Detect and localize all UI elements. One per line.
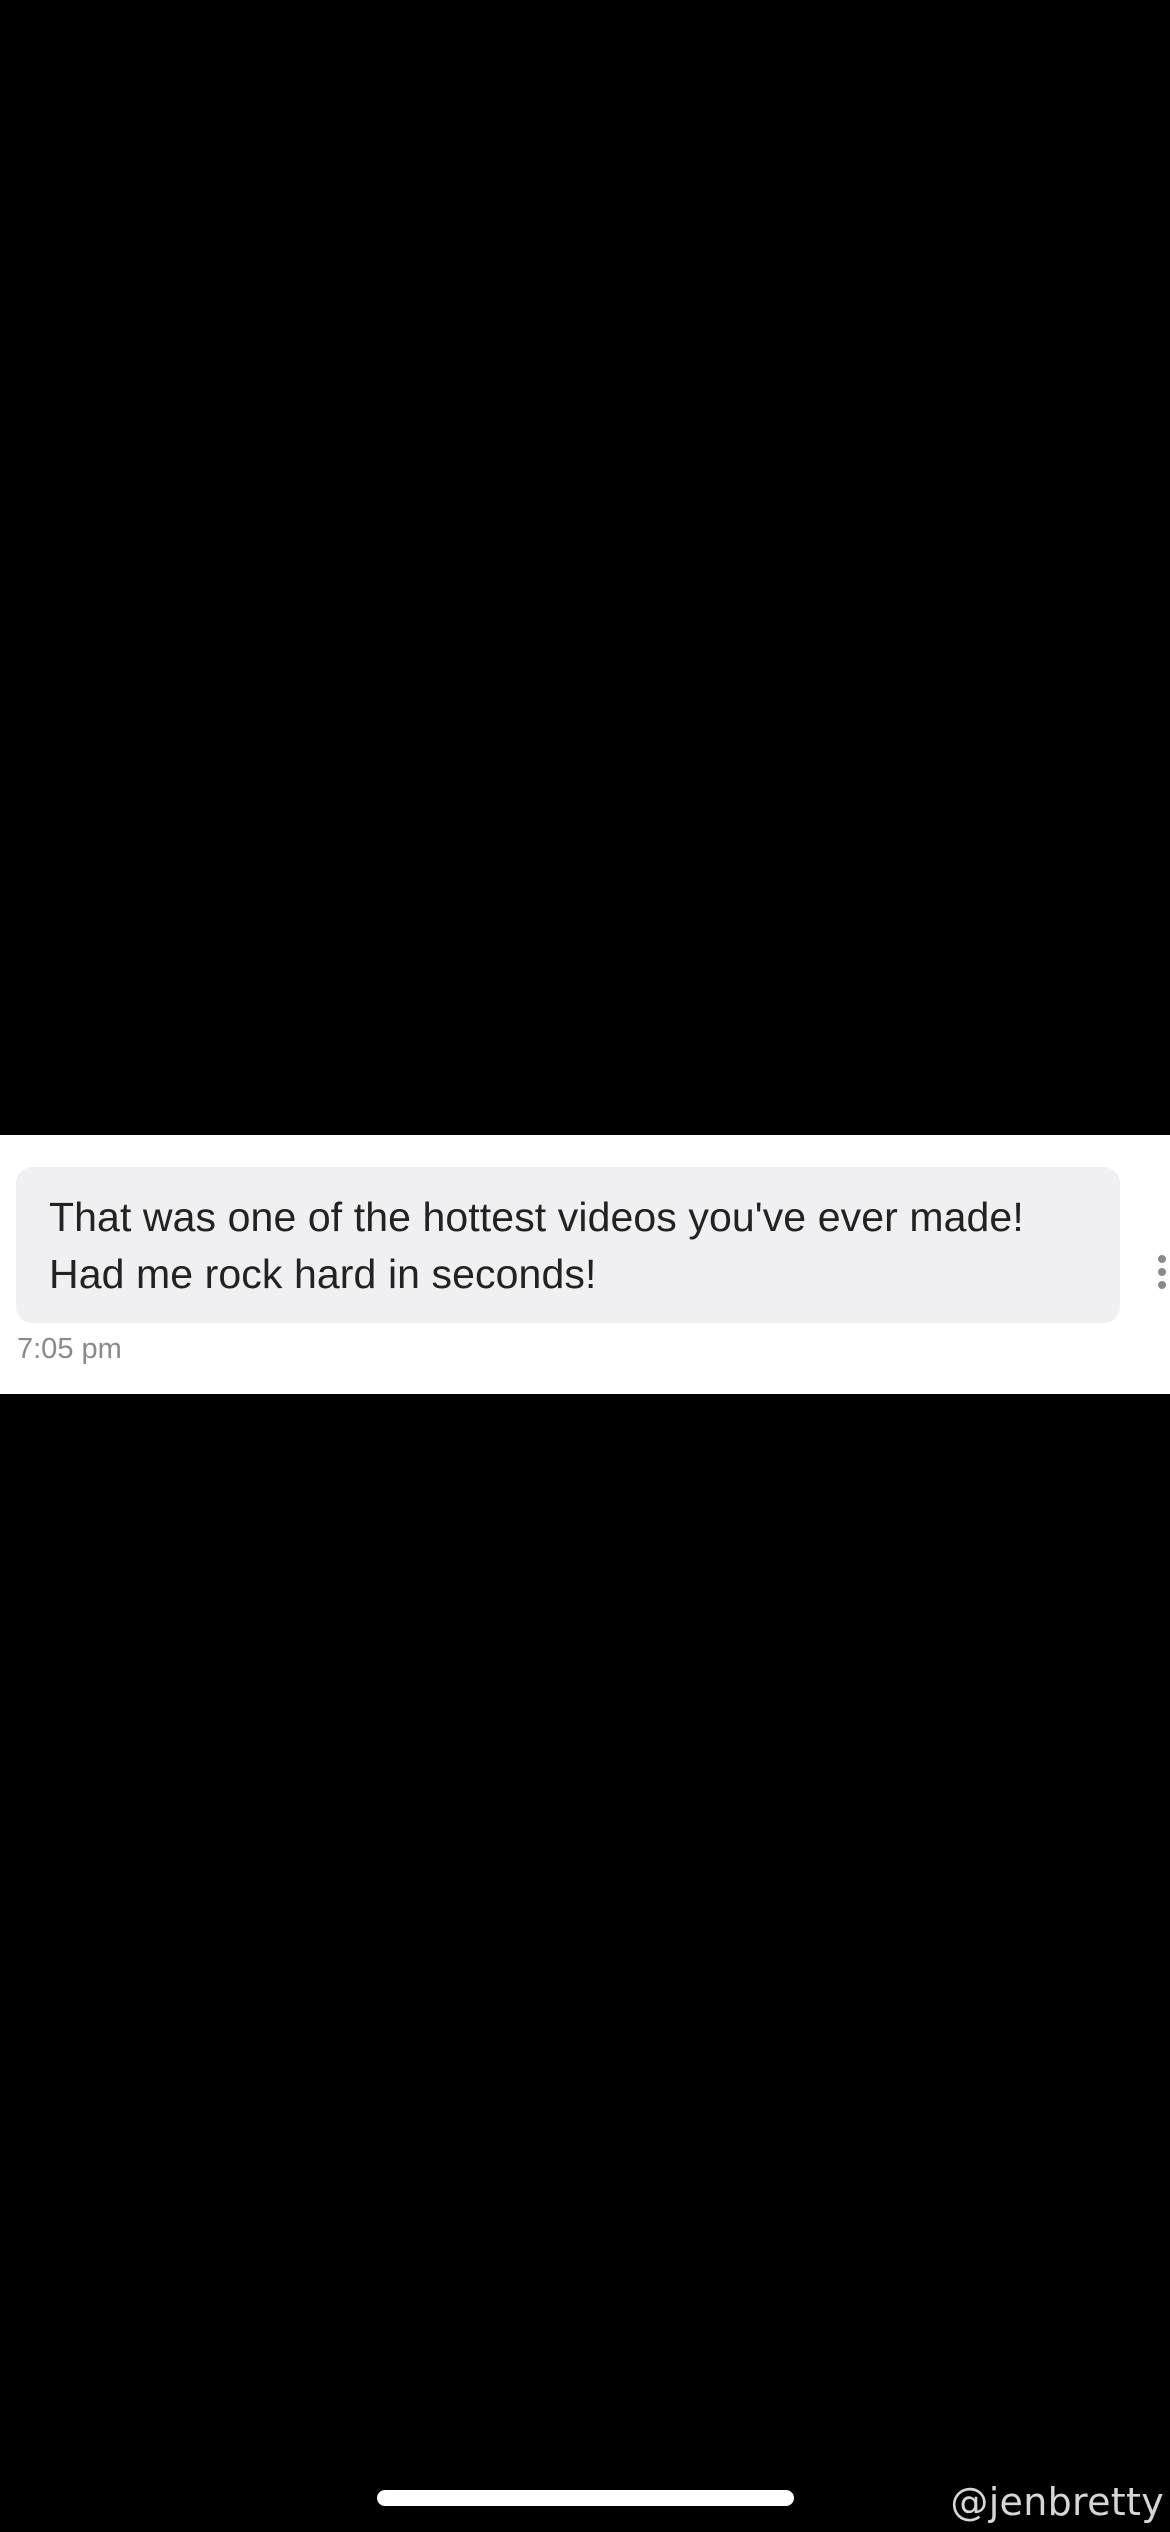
message-timestamp: 7:05 pm	[17, 1333, 122, 1365]
watermark: @jenbretty	[950, 2480, 1164, 2524]
message-text: That was one of the hottest videos you'v…	[49, 1194, 1024, 1297]
home-indicator[interactable]	[377, 2490, 794, 2506]
message-panel: That was one of the hottest videos you'v…	[0, 1135, 1170, 1394]
screen: That was one of the hottest videos you'v…	[0, 0, 1170, 2532]
more-vertical-icon[interactable]	[1150, 1255, 1170, 1315]
message-bubble[interactable]: That was one of the hottest videos you'v…	[16, 1167, 1120, 1323]
